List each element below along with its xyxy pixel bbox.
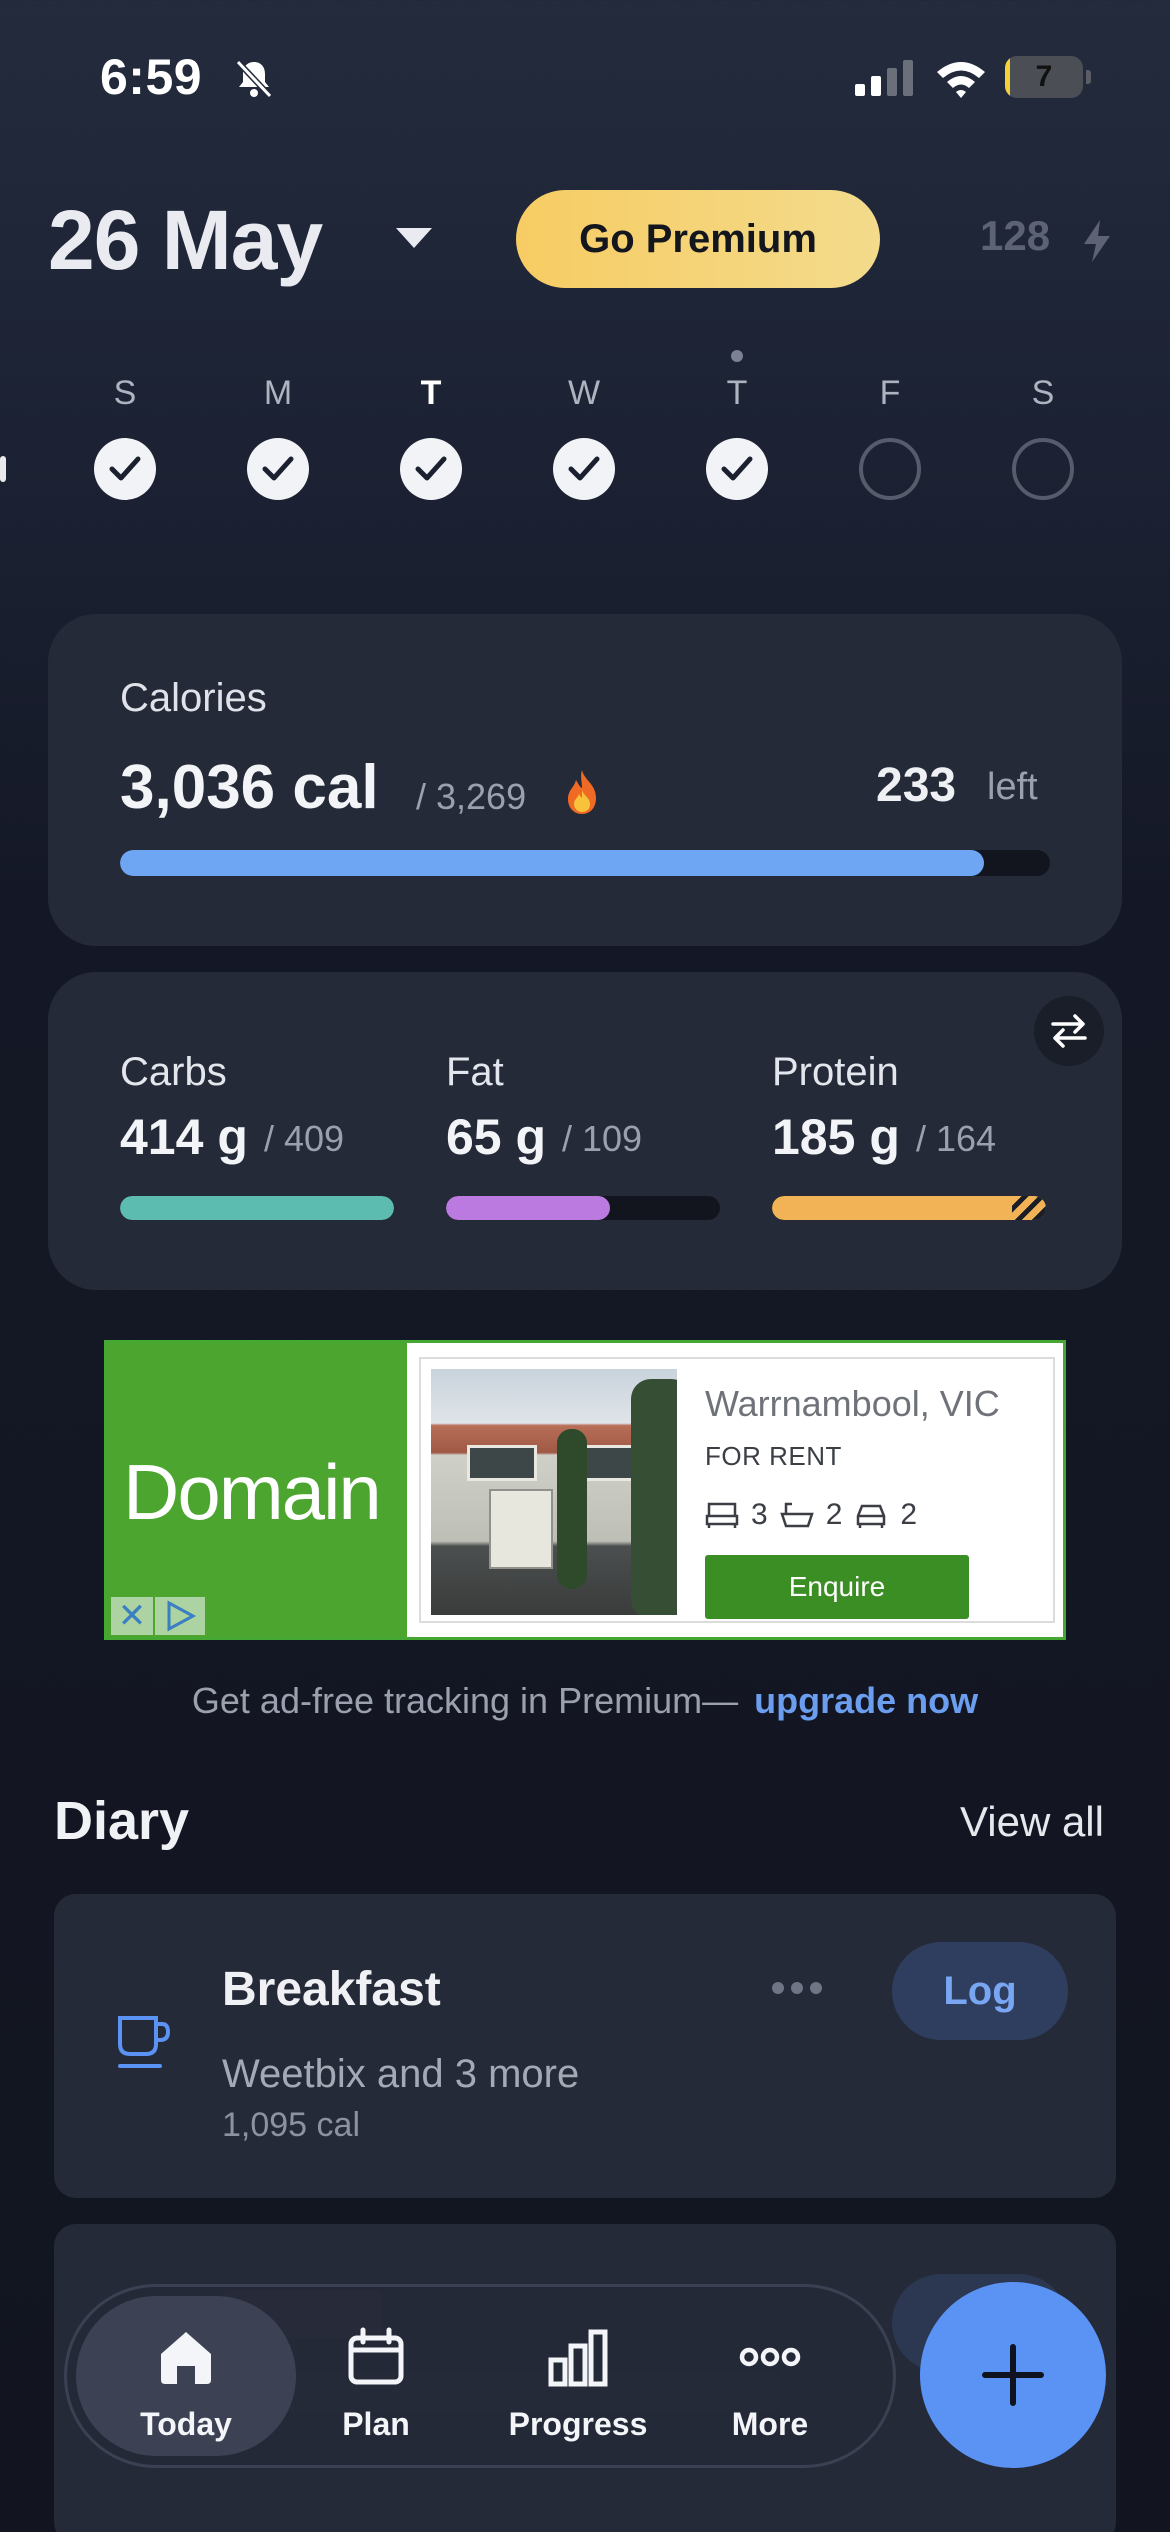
meal-description: Weetbix and 3 more xyxy=(222,2052,580,2096)
checkmark-icon xyxy=(109,456,141,481)
battery-level: 7 xyxy=(1035,60,1053,93)
calories-eaten: 3,036 cal xyxy=(120,753,379,822)
macro-progress-bar-fat xyxy=(446,1196,720,1220)
calories-left-value: 233 xyxy=(876,759,957,812)
ad-brand-logo: Domain xyxy=(123,1448,382,1536)
ad-enquire-button[interactable]: Enquire xyxy=(705,1555,969,1619)
advertisement-banner[interactable]: Domain ✕ Warrnambool, VIC FOR RENT 3 2 2… xyxy=(104,1340,1066,1640)
tab-today[interactable]: Today xyxy=(76,2296,296,2456)
macro-value-protein: 185 g xyxy=(772,1109,900,1165)
wifi-icon xyxy=(937,62,985,98)
macro-name-carbs: Carbs xyxy=(120,1050,227,1094)
bath-icon xyxy=(779,1502,814,1528)
macro-name-fat: Fat xyxy=(446,1050,504,1094)
bar-chart-icon xyxy=(548,2329,608,2387)
upgrade-now-link[interactable]: upgrade now xyxy=(754,1680,978,1721)
battery-icon: 7 xyxy=(1005,56,1091,98)
meal-calories: 1,095 cal xyxy=(222,2106,360,2144)
calories-label: Calories xyxy=(120,676,267,720)
day-letter[interactable]: F xyxy=(855,374,925,413)
upsell-text: Get ad-free tracking in Premium— xyxy=(191,1680,739,1721)
today-indicator-dot xyxy=(731,350,743,362)
tab-label: Today xyxy=(140,2406,232,2442)
tab-label: More xyxy=(731,2406,809,2442)
add-entry-button[interactable] xyxy=(920,2282,1106,2468)
day-complete-check[interactable] xyxy=(247,438,309,500)
macro-progress-bar-protein xyxy=(772,1196,1046,1220)
macro-over-goal-marker xyxy=(1012,1196,1046,1220)
macro-value-carbs: 414 g xyxy=(120,1109,248,1165)
day-complete-check[interactable] xyxy=(400,438,462,500)
status-time: 6:59 xyxy=(100,49,203,105)
day-letter[interactable]: T xyxy=(702,374,772,413)
bell-slash-icon xyxy=(235,59,273,99)
premium-upsell: Get ad-free tracking in Premium— upgrade … xyxy=(0,1680,1170,1722)
tab-plan[interactable]: Plan xyxy=(302,2296,450,2456)
tab-label: Plan xyxy=(342,2406,410,2442)
home-icon xyxy=(161,2332,211,2384)
view-all-link[interactable]: View all xyxy=(960,1798,1104,1846)
bed-icon xyxy=(705,1502,739,1528)
more-dots-icon xyxy=(739,2347,801,2367)
checkmark-icon xyxy=(415,456,447,481)
day-letter[interactable]: S xyxy=(90,374,160,413)
swap-arrows-icon xyxy=(1051,1014,1087,1048)
checkmark-icon xyxy=(721,456,753,481)
calories-left-label: left xyxy=(987,766,1038,808)
date-title[interactable]: 26 May xyxy=(48,192,323,289)
ad-choices-icon[interactable] xyxy=(155,1597,205,1635)
previous-week-edge xyxy=(0,456,6,482)
tab-label: Progress xyxy=(508,2406,648,2442)
go-premium-button[interactable]: Go Premium xyxy=(516,190,880,288)
macro-name-protein: Protein xyxy=(772,1050,899,1094)
ad-cars: 2 xyxy=(900,1498,918,1531)
ad-listing[interactable]: Warrnambool, VIC FOR RENT 3 2 2 Enquire xyxy=(419,1357,1055,1623)
macro-goal-fat: / 109 xyxy=(562,1118,643,1159)
flame-icon xyxy=(568,770,596,814)
coffee-cup-icon xyxy=(118,2016,171,2068)
macro-goal-carbs: / 409 xyxy=(264,1118,345,1159)
checkmark-icon xyxy=(262,456,294,481)
calories-progress-bar xyxy=(120,850,1050,876)
meal-card-breakfast[interactable] xyxy=(54,1894,1116,2198)
meal-name: Breakfast xyxy=(222,1963,441,2016)
day-letter[interactable]: W xyxy=(549,374,619,413)
macro-progress-bar-carbs xyxy=(120,1196,394,1220)
ad-features: 3 2 2 xyxy=(705,1495,917,1535)
day-letter[interactable]: S xyxy=(1008,374,1078,413)
day-letter[interactable]: M xyxy=(243,374,313,413)
ad-beds: 3 xyxy=(751,1498,768,1531)
tab-progress[interactable]: Progress xyxy=(478,2296,678,2456)
ad-location: Warrnambool, VIC xyxy=(705,1383,1000,1424)
macro-value-fat: 65 g xyxy=(446,1109,547,1165)
macro-goal-protein: / 164 xyxy=(916,1118,997,1159)
day-letter[interactable]: T xyxy=(396,374,466,413)
tab-more[interactable]: More xyxy=(710,2296,830,2456)
day-incomplete-circle[interactable] xyxy=(859,438,921,500)
bolt-icon xyxy=(1084,220,1110,262)
ad-brand-panel[interactable]: Domain ✕ xyxy=(107,1343,407,1637)
ad-baths: 2 xyxy=(825,1498,843,1531)
ad-house-photo xyxy=(431,1369,677,1615)
checkmark-icon xyxy=(568,456,600,481)
more-dots-icon[interactable] xyxy=(770,1978,824,1998)
day-incomplete-circle[interactable] xyxy=(1012,438,1074,500)
chevron-down-icon[interactable] xyxy=(394,226,434,252)
diary-title: Diary xyxy=(54,1791,190,1851)
day-complete-check[interactable] xyxy=(94,438,156,500)
car-icon xyxy=(857,1504,886,1528)
ad-listing-type: FOR RENT xyxy=(705,1441,842,1471)
day-complete-check[interactable] xyxy=(553,438,615,500)
cellular-signal-icon xyxy=(855,60,913,96)
log-breakfast-button[interactable]: Log xyxy=(892,1942,1068,2040)
plus-icon xyxy=(982,2344,1044,2406)
calories-goal: / 3,269 xyxy=(416,776,527,817)
streak-count[interactable]: 128 xyxy=(980,212,1050,260)
day-complete-check[interactable] xyxy=(706,438,768,500)
calendar-icon xyxy=(348,2327,404,2385)
swap-view-button[interactable] xyxy=(1034,996,1104,1066)
ad-close-icon[interactable]: ✕ xyxy=(111,1597,153,1635)
